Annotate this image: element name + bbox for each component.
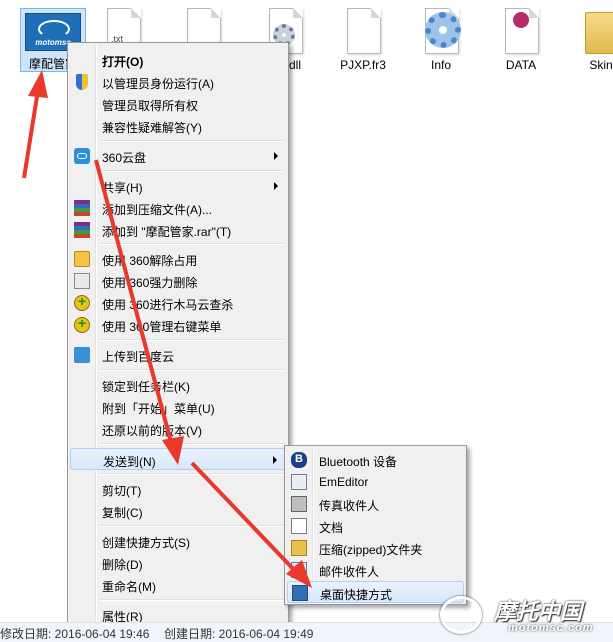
gear-icon [425,12,461,48]
fax-icon [291,496,307,512]
menu-item-send-to[interactable]: 发送到(N) [70,448,286,470]
shredder-icon [74,273,90,289]
menu-item-delete[interactable]: 删除(D) [70,552,286,574]
folder-icon [585,12,613,54]
menu-item-cut[interactable]: 剪切(T) [70,478,286,500]
menu-separator [100,369,285,371]
menu-item-360-manage[interactable]: 使用 360管理右键菜单 [70,314,286,336]
360-scan-icon [74,315,90,333]
chevron-right-icon [274,152,278,160]
menu-item-baidu-upload[interactable]: 上传到百度云 [70,344,286,366]
winrar-icon [74,222,90,238]
modified-date: 修改日期: 2016-06-04 19:46 [0,627,150,641]
send-to-fax[interactable]: 传真收件人 [287,493,464,515]
bluetooth-icon [291,452,307,468]
send-to-documents[interactable]: 文档 [287,515,464,537]
360-scan-icon [74,293,90,311]
menu-item-360-scan[interactable]: 使用 360进行木马云查杀 [70,292,286,314]
chevron-right-icon [274,182,278,190]
mail-icon [291,562,307,578]
menu-separator [100,243,285,245]
uac-shield-icon [76,74,88,90]
menu-separator [100,525,285,527]
menu-item-troubleshoot[interactable]: 兼容性疑难解答(Y) [70,115,286,137]
arrow-head-file [28,70,48,98]
menu-item-add-archive[interactable]: 添加到压缩文件(A)... [70,197,286,219]
menu-separator [100,339,285,341]
menu-item-rename[interactable]: 重命名(M) [70,574,286,596]
menu-item-run-as-admin[interactable]: 以管理员身份运行(A) [70,71,286,93]
send-to-mail[interactable]: 邮件收件人 [287,559,464,581]
send-to-bluetooth[interactable]: Bluetooth 设备 [287,449,464,471]
menu-item-restore-versions[interactable]: 还原以前的版本(V) [70,418,286,440]
chevron-right-icon [273,456,277,464]
blank-file-icon [347,8,381,54]
baidu-cloud-icon [74,347,90,363]
context-menu: 打开(O) 以管理员身份运行(A) 管理员取得所有权 兼容性疑难解答(Y) 36… [67,42,289,630]
menu-item-copy[interactable]: 复制(C) [70,500,286,522]
arrow-to-file [22,89,40,179]
desktop-icon [292,585,308,601]
menu-separator [100,443,285,445]
emeditor-icon [291,474,307,490]
unlock-icon [74,251,90,267]
menu-separator [100,473,285,475]
menu-separator [100,170,285,172]
menu-separator [100,140,285,142]
menu-item-pin-start[interactable]: 附到「开始」菜单(U) [70,396,286,418]
menu-item-create-shortcut[interactable]: 创建快捷方式(S) [70,530,286,552]
file-data[interactable]: DATA [484,6,558,72]
created-date: 创建日期: 2016-06-04 19:49 [164,627,314,641]
winrar-icon [74,200,90,216]
send-to-submenu: Bluetooth 设备 EmEditor 传真收件人 文档 压缩(zipped… [284,445,467,605]
menu-separator [100,599,285,601]
360-cloud-icon [74,148,90,164]
menu-item-360-cloud[interactable]: 360云盘 [70,145,286,167]
file-pjxp[interactable]: PJXP.fr3 [326,6,400,72]
key-icon [513,12,529,28]
menu-item-360-unlock[interactable]: 使用 360解除占用 [70,248,286,270]
send-to-emeditor[interactable]: EmEditor [287,471,464,493]
watermark-logo-icon [440,596,482,634]
file-skin[interactable]: Skin [564,6,613,72]
send-to-zip[interactable]: 压缩(zipped)文件夹 [287,537,464,559]
documents-icon [291,518,307,534]
menu-item-open[interactable]: 打开(O) [70,49,286,71]
menu-item-pin-taskbar[interactable]: 锁定到任务栏(K) [70,374,286,396]
menu-item-add-rar[interactable]: 添加到 "摩配管家.rar"(T) [70,219,286,241]
menu-item-360-delete[interactable]: 使用 360强力删除 [70,270,286,292]
zip-folder-icon [291,540,307,556]
menu-item-take-ownership[interactable]: 管理员取得所有权 [70,93,286,115]
menu-item-share[interactable]: 共享(H) [70,175,286,197]
watermark: 摩托中国 motomsc.com [430,590,613,641]
file-info[interactable]: Info [404,6,478,72]
